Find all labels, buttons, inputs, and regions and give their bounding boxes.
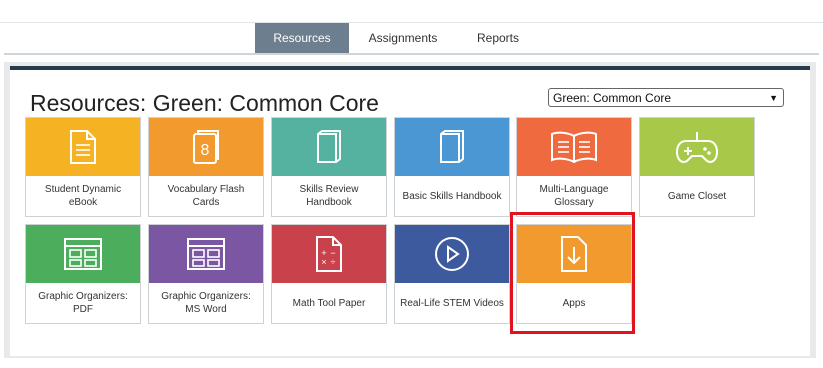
book-icon xyxy=(440,130,464,163)
tile-basic-skills-handbook[interactable]: Basic Skills Handbook xyxy=(394,117,510,217)
tab-assignments[interactable]: Assignments xyxy=(349,23,457,54)
tile-icon-area xyxy=(517,225,631,283)
download-icon xyxy=(561,236,587,272)
tile-label: Graphic Organizers: PDF xyxy=(38,291,128,315)
nav-divider xyxy=(4,53,819,55)
tile-icon-area: 8 xyxy=(149,118,263,176)
tile-label: Math Tool Paper xyxy=(292,297,366,309)
tile-label: Apps xyxy=(562,297,586,309)
math-paper-icon: + − × ÷ xyxy=(316,236,342,272)
book-icon xyxy=(317,130,341,163)
tab-resources[interactable]: Resources xyxy=(255,23,349,54)
tile-label: Real-Life STEM Videos xyxy=(400,297,504,309)
tile-icon-area xyxy=(26,225,140,283)
tile-icon-area xyxy=(149,225,263,283)
tile-label: Multi-Language Glossary xyxy=(539,184,609,208)
play-icon xyxy=(435,237,469,271)
organizer-icon xyxy=(187,238,225,270)
program-select[interactable]: Green: Common Core ▼ xyxy=(548,88,784,107)
svg-text:8: 8 xyxy=(201,142,210,159)
tile-vocabulary-flash-cards[interactable]: 8 Vocabulary Flash Cards xyxy=(148,117,264,217)
tab-reports[interactable]: Reports xyxy=(457,23,539,54)
tile-real-life-stem-videos[interactable]: Real-Life STEM Videos xyxy=(394,224,510,324)
gamepad-icon xyxy=(675,132,719,164)
nav-tabs: Resources Assignments Reports xyxy=(255,23,539,54)
svg-text:×: × xyxy=(321,257,326,267)
tile-graphic-organizers-ms-word[interactable]: Graphic Organizers: MS Word xyxy=(148,224,264,324)
tile-game-closet[interactable]: Game Closet xyxy=(639,117,755,217)
dropdown-arrow-icon: ▼ xyxy=(769,93,778,103)
program-select-value: Green: Common Core xyxy=(553,91,672,105)
tile-label: Skills Review Handbook xyxy=(299,184,359,208)
document-icon xyxy=(70,130,96,164)
tile-icon-area xyxy=(517,118,631,176)
tile-icon-area xyxy=(640,118,754,176)
tile-label: Game Closet xyxy=(667,190,727,202)
tile-icon-area: + − × ÷ xyxy=(272,225,386,283)
flashcards-icon: 8 xyxy=(193,130,219,164)
tile-label: Basic Skills Handbook xyxy=(402,190,502,202)
tile-graphic-organizers-pdf[interactable]: Graphic Organizers: PDF xyxy=(25,224,141,324)
tile-multi-language-glossary[interactable]: Multi-Language Glossary xyxy=(516,117,632,217)
svg-text:÷: ÷ xyxy=(331,257,336,267)
tile-icon-area xyxy=(272,118,386,176)
tile-apps[interactable]: Apps xyxy=(516,224,632,324)
tile-label: Graphic Organizers: MS Word xyxy=(161,291,251,315)
tile-icon-area xyxy=(395,225,509,283)
tile-label: Vocabulary Flash Cards xyxy=(167,184,245,208)
tile-label: Student Dynamic eBook xyxy=(44,184,122,208)
tile-icon-area xyxy=(26,118,140,176)
tile-skills-review-handbook[interactable]: Skills Review Handbook xyxy=(271,117,387,217)
tile-student-dynamic-ebook[interactable]: Student Dynamic eBook xyxy=(25,117,141,217)
tile-icon-area xyxy=(395,118,509,176)
top-nav: Resources Assignments Reports xyxy=(0,22,823,54)
open-book-icon xyxy=(551,131,597,164)
organizer-icon xyxy=(64,238,102,270)
page-title: Resources: Green: Common Core xyxy=(30,90,379,116)
tile-math-tool-paper[interactable]: + − × ÷ Math Tool Paper xyxy=(271,224,387,324)
